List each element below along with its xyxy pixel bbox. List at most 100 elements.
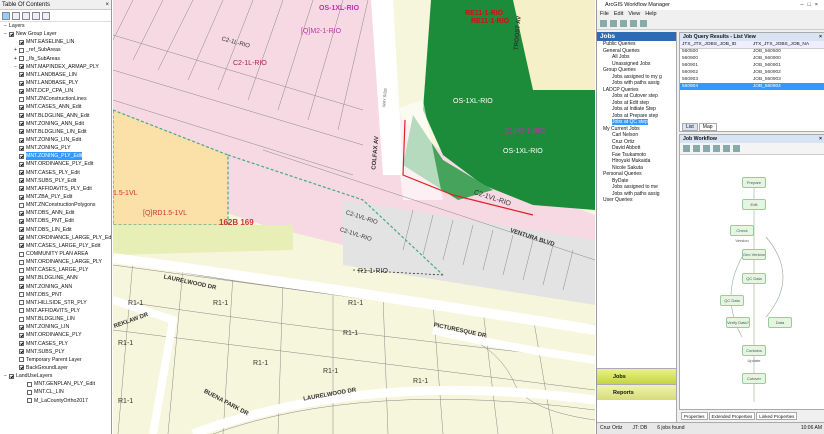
layer-item[interactable]: MNT.ZONING_PLY_Edit <box>0 152 111 161</box>
menu-item[interactable]: View <box>628 10 640 18</box>
layer-checkbox[interactable] <box>19 145 24 151</box>
layer-checkbox[interactable] <box>19 186 24 192</box>
layer-checkbox[interactable] <box>19 292 24 298</box>
zoom-in-icon[interactable] <box>693 145 700 152</box>
layer-checkbox[interactable] <box>19 227 24 233</box>
layer-checkbox[interactable] <box>19 56 24 62</box>
reports-button[interactable]: Reports <box>597 384 676 400</box>
layer-checkbox[interactable] <box>9 373 14 379</box>
table-row[interactable]: 560901 JOB_560901 <box>680 62 824 69</box>
table-row[interactable]: 560904 JOB_560904 <box>680 83 824 90</box>
layer-checkbox[interactable] <box>19 170 24 176</box>
layer-checkbox[interactable] <box>19 194 24 200</box>
list-by-drawing-order-icon[interactable] <box>2 12 10 20</box>
table-row[interactable]: 560903 JOB_560903 <box>680 76 824 83</box>
layer-item[interactable]: MNT.DBS_ANN_Edit <box>0 209 111 217</box>
layer-checkbox[interactable] <box>19 137 24 143</box>
mark-complete-icon[interactable] <box>733 145 740 152</box>
layer-checkbox[interactable] <box>19 161 24 167</box>
layer-item[interactable]: MNT.ORDINANCE_PLY_Edit <box>0 160 111 168</box>
workflow-step[interactable]: Check Version <box>730 225 754 243</box>
layer-checkbox[interactable] <box>19 39 24 45</box>
workflow-step[interactable]: QC Data <box>742 273 766 284</box>
col-job-id[interactable]: JTX_JTX_JOBS_JOB_ID <box>680 41 751 49</box>
layer-checkbox[interactable] <box>19 267 24 273</box>
layer-item[interactable]: MNT.ZONING_ANN <box>0 283 111 291</box>
layer-checkbox[interactable] <box>19 64 24 70</box>
layer-item[interactable]: MNT.DCP_CPA_LIN <box>0 87 111 95</box>
bottom-tab[interactable]: Linked Properties <box>756 412 798 420</box>
table-row[interactable]: 560902 JOB_560902 <box>680 69 824 76</box>
table-row[interactable]: 560500 JOB_560500 <box>680 48 824 55</box>
layer-checkbox[interactable] <box>19 349 24 355</box>
layer-checkbox[interactable] <box>19 259 24 265</box>
layer-item[interactable]: MNT.BLDGLINE_ANN_Edit <box>0 112 111 120</box>
search-icon[interactable] <box>630 20 637 27</box>
layer-item[interactable]: MNT.LANDBASE_PLY <box>0 79 111 87</box>
layer-checkbox[interactable] <box>19 332 24 338</box>
layer-item[interactable]: MNT.ZBA_PLY_Edit <box>0 193 111 201</box>
workflow-step[interactable]: Prepare <box>742 177 766 188</box>
layer-item[interactable]: MNT.SUBS_PLY_Edit <box>0 177 111 185</box>
layer-item[interactable]: MNT.ZNConstructionLines <box>0 95 111 103</box>
layer-item[interactable]: MNT.AFFIDAVITS_PLY_Edit <box>0 185 111 193</box>
layer-item[interactable]: − MNT.MAPINDEX_ARMAP_PLY <box>0 63 111 71</box>
layer-checkbox[interactable] <box>19 129 24 135</box>
layer-item[interactable]: MNT.DBS_PNT <box>0 291 111 299</box>
options-icon[interactable] <box>42 12 50 20</box>
refresh-icon[interactable] <box>620 20 627 27</box>
layer-checkbox[interactable] <box>9 31 14 37</box>
layer-checkbox[interactable] <box>19 113 24 119</box>
workflow-step[interactable]: QC Data <box>720 295 744 306</box>
layer-checkbox[interactable] <box>19 316 24 322</box>
layer-checkbox[interactable] <box>19 121 24 127</box>
list-by-source-icon[interactable] <box>12 12 20 20</box>
results-tab[interactable]: Map <box>698 123 717 131</box>
list-by-visibility-icon[interactable] <box>22 12 30 20</box>
layer-item[interactable]: MNT.BLDGLINE_ANN <box>0 274 111 282</box>
layer-checkbox[interactable] <box>19 357 24 363</box>
workflow-step[interactable]: Contains Update <box>742 345 766 363</box>
layer-checkbox[interactable] <box>27 389 32 395</box>
map-view[interactable]: OS-1XL-RIO RE11-1-RIO RE11-1-RIO [Q]M2-1… <box>113 0 595 434</box>
execute-icon[interactable] <box>723 145 730 152</box>
layer-checkbox[interactable] <box>19 365 24 371</box>
layer-checkbox[interactable] <box>19 251 24 257</box>
layer-item[interactable]: MNT.ZONING_LIN <box>0 323 111 331</box>
table-row[interactable]: 560900 JOB_560900 <box>680 55 824 62</box>
pan-icon[interactable] <box>713 145 720 152</box>
layer-checkbox[interactable] <box>19 47 24 53</box>
open-icon[interactable] <box>610 20 617 27</box>
layer-checkbox[interactable] <box>19 300 24 306</box>
layer-item[interactable]: MNT.CASES_PLY <box>0 339 111 347</box>
layer-item[interactable]: MNT.ORDINANCE_PLY <box>0 331 111 339</box>
menu-item[interactable]: Edit <box>614 10 623 18</box>
workflow-step[interactable]: Verify Data? <box>726 317 750 328</box>
layer-item[interactable]: + _Ifs_SubAreas <box>0 55 111 63</box>
layer-checkbox[interactable] <box>27 398 32 404</box>
layers-root[interactable]: − Layers <box>0 22 111 30</box>
layer-item[interactable]: MNT.AFFIDAVITS_PLY <box>0 307 111 315</box>
layer-checkbox[interactable] <box>19 243 24 249</box>
layer-item[interactable]: MNT.CASES_PLY_Edit <box>0 169 111 177</box>
layer-item[interactable]: MNT.CASES_LARGE_PLY_Edit <box>0 242 111 250</box>
layer-item[interactable]: MNT.ZNConstructionPolygons <box>0 201 111 209</box>
layer-item[interactable]: Temporary Parent Layer <box>0 356 111 364</box>
layer-item[interactable]: MNT.EASELINE_LIN <box>0 38 111 46</box>
layer-item[interactable]: − New Group Layer <box>0 30 111 38</box>
layer-item[interactable]: MNT.LANDBASE_LIN <box>0 71 111 79</box>
close-icon[interactable]: × <box>105 0 109 10</box>
layer-item[interactable]: MNT.BLDGLINE_LIN <box>0 315 111 323</box>
layer-item[interactable]: MNT.BLDGLINE_LIN_Edit <box>0 128 111 136</box>
run-icon[interactable] <box>640 20 647 27</box>
close-icon[interactable]: × <box>819 135 822 143</box>
layer-checkbox[interactable] <box>19 235 24 241</box>
layer-item[interactable]: MNT.ZONING_PLY <box>0 144 111 152</box>
layer-checkbox[interactable] <box>19 104 24 110</box>
layer-item[interactable]: MNT.CL_LIN <box>0 388 111 396</box>
layer-item[interactable]: BackGroundLayer <box>0 364 111 372</box>
layer-checkbox[interactable] <box>19 308 24 314</box>
zoom-out-icon[interactable] <box>703 145 710 152</box>
layer-checkbox[interactable] <box>19 275 24 281</box>
layer-checkbox[interactable] <box>19 324 24 330</box>
